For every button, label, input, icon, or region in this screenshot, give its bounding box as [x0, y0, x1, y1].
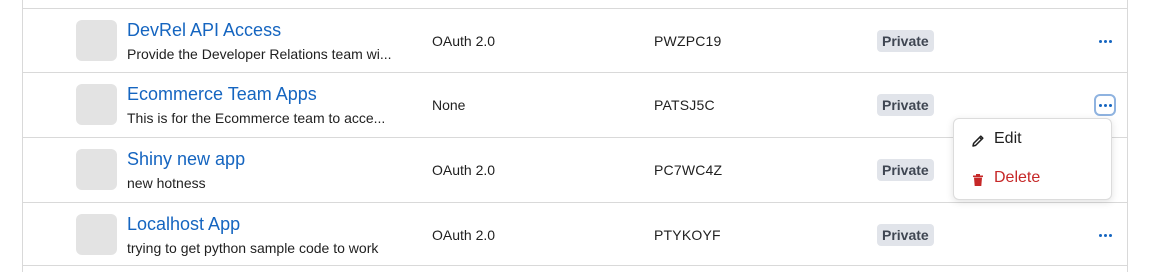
app-logo-placeholder [76, 214, 117, 255]
app-description: trying to get python sample code to work [127, 240, 379, 256]
app-logo-placeholder [76, 149, 117, 190]
app-id: PC7WC4Z [654, 162, 723, 178]
trash-icon [973, 174, 983, 186]
app-description: new hotness [127, 175, 206, 191]
visibility-badge: Private [877, 224, 934, 246]
visibility-badge: Private [877, 159, 934, 181]
visibility-badge: Private [877, 30, 934, 52]
menu-item-label: Edit [994, 130, 1022, 147]
visibility-badge: Private [877, 94, 934, 116]
app-name-link[interactable]: Ecommerce Team Apps [127, 84, 317, 105]
app-logo-placeholder [76, 84, 117, 125]
app-id: PWZPC19 [654, 33, 722, 49]
more-actions-button[interactable] [1094, 94, 1116, 116]
menu-item-label: Delete [994, 169, 1041, 186]
menu-item-edit[interactable]: Edit [954, 121, 1111, 159]
app-id: PATSJ5C [654, 97, 715, 113]
app-name-link[interactable]: DevRel API Access [127, 20, 281, 41]
table-row: DevRel API Access Provide the Developer … [23, 8, 1127, 72]
more-actions-button[interactable] [1094, 30, 1116, 52]
auth-type: None [432, 97, 466, 113]
more-actions-button[interactable] [1094, 224, 1116, 246]
app-id: PTYKOYF [654, 227, 721, 243]
auth-type: OAuth 2.0 [432, 33, 496, 49]
app-description: Provide the Developer Relations team wi.… [127, 46, 392, 62]
app-name-link[interactable]: Localhost App [127, 214, 240, 235]
pencil-icon [972, 135, 984, 147]
app-name-link[interactable]: Shiny new app [127, 149, 245, 170]
app-description: This is for the Ecommerce team to acce..… [127, 110, 386, 126]
row-actions-menu: Edit Delete [953, 118, 1112, 200]
table-row: Localhost App trying to get python sampl… [23, 202, 1127, 266]
ellipsis-icon [1098, 39, 1102, 43]
ellipsis-icon [1098, 103, 1102, 107]
ellipsis-icon [1098, 233, 1102, 237]
menu-item-delete[interactable]: Delete [954, 160, 1111, 198]
auth-type: OAuth 2.0 [432, 227, 496, 243]
auth-type: OAuth 2.0 [432, 162, 496, 178]
app-logo-placeholder [76, 20, 117, 61]
